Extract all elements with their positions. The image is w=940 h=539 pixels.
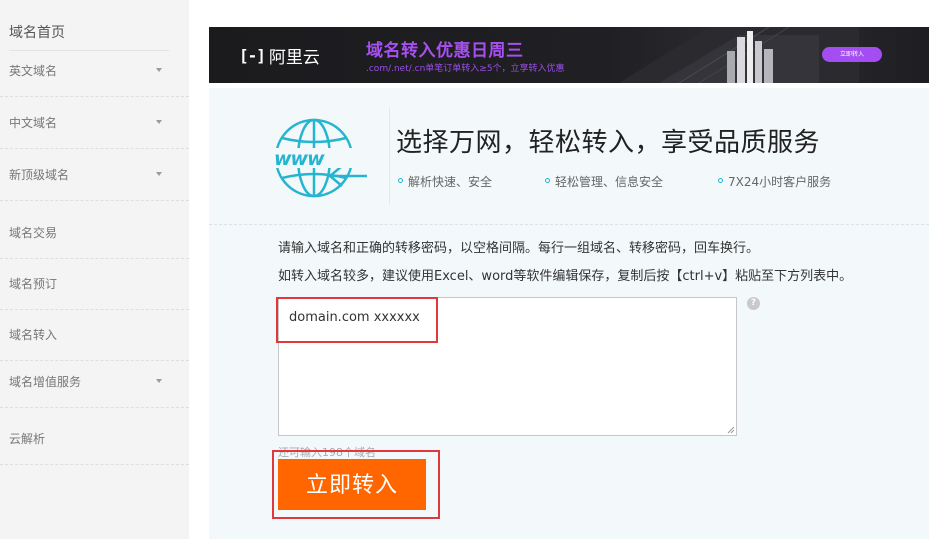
instruction-text-1: 请输入域名和正确的转移密码，以空格间隔。每行一组域名、转移密码，回车换行。 — [278, 241, 760, 256]
transfer-panel: www 选择万网，轻松转入，享受品质服务 解析快速、安全 轻松管理、信息安全 7… — [209, 88, 929, 539]
sidebar-divider — [0, 96, 189, 97]
banner-subtitle: .com/.net/.cn单笔订单转入≥5个，立享转入优惠 — [366, 64, 565, 74]
aliyun-brand: 阿里云 — [268, 47, 320, 68]
promo-banner[interactable]: [-] 阿里云 域名转入优惠日周三 .com/.net/.cn单笔订单转入≥5个… — [209, 27, 929, 83]
sidebar-home-link[interactable]: 域名首页 — [9, 22, 65, 42]
highlight-box-input — [276, 297, 438, 343]
svg-text:www: www — [274, 148, 325, 170]
aliyun-logo: [-] 阿里云 — [239, 41, 320, 69]
section-divider — [209, 224, 929, 225]
sidebar-item-value-added[interactable]: 域名增值服务 — [0, 357, 189, 408]
chevron-down-icon — [156, 120, 162, 124]
help-icon[interactable]: ? — [747, 297, 760, 310]
sidebar-item-domain-reserve[interactable]: 域名预订 — [0, 259, 189, 310]
sidebar-item-new-tld[interactable]: 新顶级域名 — [0, 150, 189, 201]
bullet-icon — [398, 178, 403, 183]
aliyun-logo-mark: [-] — [239, 45, 266, 65]
feature-text: 轻松管理、信息安全 — [555, 175, 664, 189]
sidebar-item-english-domain[interactable]: 英文域名 — [0, 46, 189, 97]
sidebar-divider — [0, 464, 189, 465]
sidebar-item-domain-trade[interactable]: 域名交易 — [0, 208, 189, 259]
feature-text: 7X24小时客户服务 — [728, 175, 832, 189]
feature-text: 解析快速、安全 — [408, 175, 493, 189]
sidebar-divider — [0, 148, 189, 149]
sidebar-item-label: 域名转入 — [9, 328, 58, 342]
chevron-down-icon — [156, 379, 162, 383]
sidebar-item-label: 英文域名 — [9, 64, 58, 78]
sidebar-item-label: 新顶级域名 — [9, 168, 70, 182]
sidebar-divider — [0, 407, 189, 408]
sidebar-item-cloud-dns[interactable]: 云解析 — [0, 414, 189, 465]
sidebar-item-chinese-domain[interactable]: 中文域名 — [0, 98, 189, 149]
chevron-down-icon — [156, 68, 162, 72]
sidebar-item-label: 域名交易 — [9, 226, 58, 240]
hero-headline: 选择万网，轻松转入，享受品质服务 — [396, 128, 821, 158]
bullet-icon — [545, 178, 550, 183]
feature-item: 轻松管理、信息安全 — [545, 173, 663, 190]
sidebar-item-domain-transfer[interactable]: 域名转入 — [0, 310, 189, 361]
bullet-icon — [718, 178, 723, 183]
highlight-box-button — [272, 450, 440, 519]
hero-divider — [389, 108, 390, 204]
resize-handle-icon[interactable] — [727, 426, 735, 434]
sidebar-item-label: 域名增值服务 — [9, 375, 82, 389]
sidebar-item-label: 中文域名 — [9, 116, 58, 130]
feature-item: 7X24小时客户服务 — [718, 173, 831, 190]
sidebar: 域名首页 英文域名 中文域名 新顶级域名 域名交易 域名预订 域名转入 域名增值… — [0, 0, 189, 539]
sidebar-divider — [0, 200, 189, 201]
instruction-text-2: 如转入域名较多，建议使用Excel、word等软件编辑保存，复制后按【ctrl+… — [278, 269, 853, 284]
feature-item: 解析快速、安全 — [398, 173, 492, 190]
globe-www-icon: www — [272, 118, 367, 198]
banner-transfer-button[interactable]: 立即转入 — [822, 47, 882, 62]
chevron-down-icon — [156, 172, 162, 176]
sidebar-item-label: 域名预订 — [9, 277, 58, 291]
sidebar-item-label: 云解析 — [9, 432, 46, 446]
banner-title: 域名转入优惠日周三 — [366, 41, 524, 61]
